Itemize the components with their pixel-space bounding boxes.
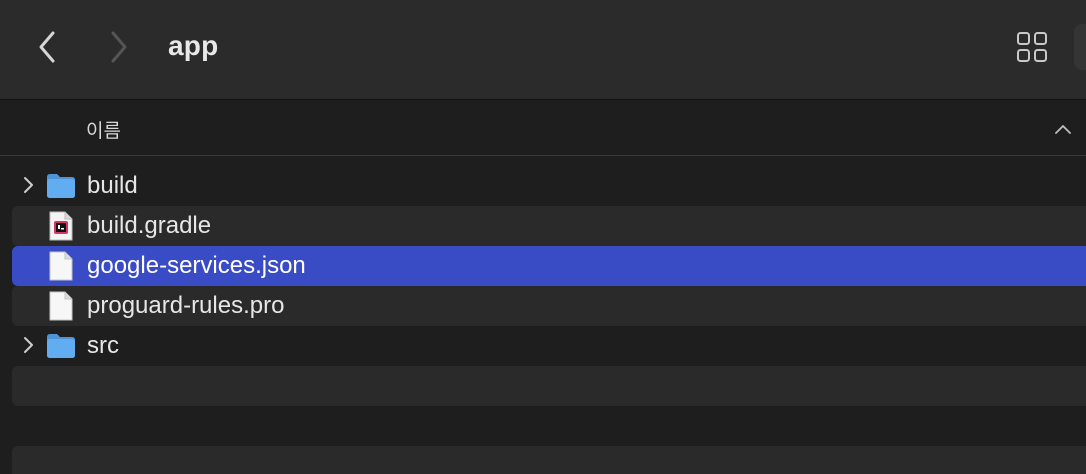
document-icon bbox=[46, 290, 76, 322]
empty-row bbox=[12, 406, 1086, 446]
toolbar-overflow-button[interactable] bbox=[1074, 24, 1086, 70]
disclosure-triangle[interactable] bbox=[20, 334, 36, 356]
file-name: proguard-rules.pro bbox=[87, 292, 285, 319]
column-header: 이름 bbox=[0, 101, 1086, 156]
file-name: src bbox=[87, 332, 119, 359]
file-name: build.gradle bbox=[87, 212, 212, 239]
back-button[interactable] bbox=[30, 28, 64, 66]
chevron-right-icon bbox=[24, 337, 33, 353]
forward-button[interactable] bbox=[102, 28, 136, 66]
empty-row bbox=[12, 446, 1086, 474]
list-item[interactable]: proguard-rules.pro bbox=[12, 286, 1086, 326]
disclosure-triangle[interactable] bbox=[20, 174, 36, 196]
file-name: google-services.json bbox=[87, 252, 306, 279]
chevron-left-icon bbox=[39, 31, 55, 63]
chevron-up-icon bbox=[1055, 125, 1071, 134]
toolbar: app bbox=[0, 0, 1086, 100]
chevron-right-icon bbox=[24, 177, 33, 193]
view-mode-button[interactable] bbox=[1010, 26, 1054, 68]
folder-icon bbox=[46, 330, 76, 362]
list-item[interactable]: build.gradle bbox=[12, 206, 1086, 246]
empty-row bbox=[12, 366, 1086, 406]
list-item[interactable]: google-services.json bbox=[12, 246, 1086, 286]
name-column-header[interactable]: 이름 bbox=[86, 116, 121, 143]
list-item[interactable]: src bbox=[12, 326, 1086, 366]
document-icon bbox=[46, 250, 76, 282]
grid-view-icon bbox=[1017, 32, 1047, 62]
list-item[interactable]: build bbox=[12, 166, 1086, 206]
file-name: build bbox=[87, 172, 138, 199]
folder-icon bbox=[46, 170, 76, 202]
window-title: app bbox=[168, 30, 219, 61]
gradle-file-icon bbox=[46, 210, 76, 242]
sort-indicator[interactable] bbox=[1052, 119, 1074, 139]
chevron-right-icon bbox=[111, 31, 127, 63]
